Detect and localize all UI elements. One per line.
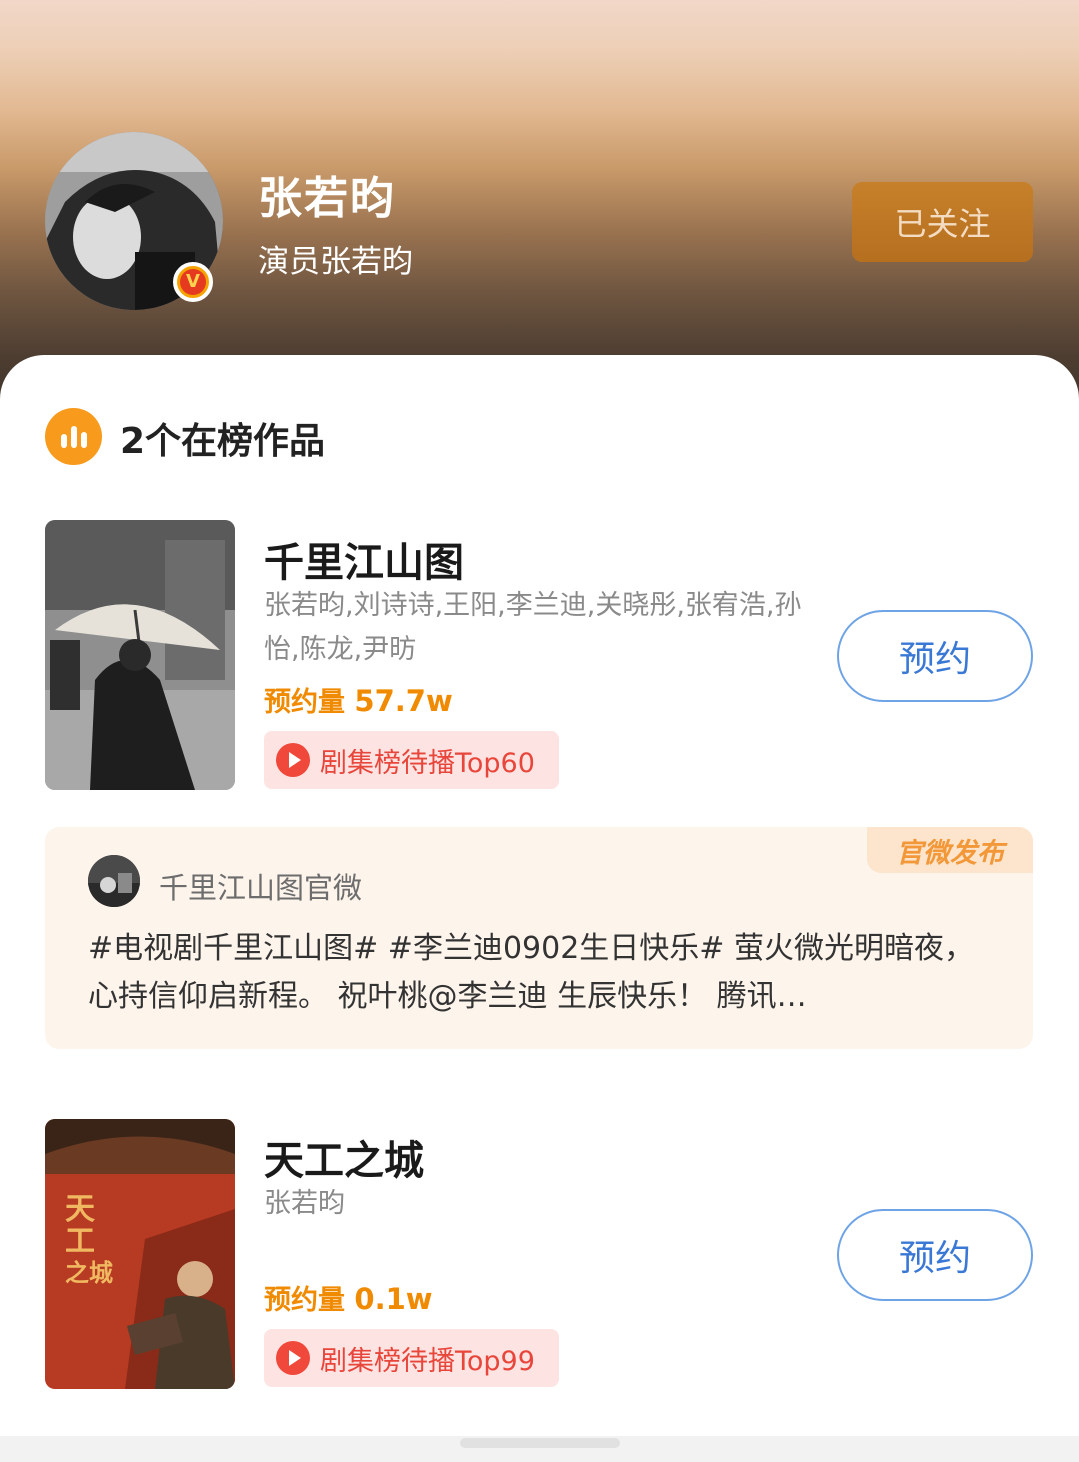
post-author[interactable]: 千里江山图官微 bbox=[159, 865, 362, 907]
post-avatar-image bbox=[88, 855, 140, 907]
rank-label: 剧集榜待播Top60 bbox=[320, 747, 535, 779]
svg-text:工: 工 bbox=[65, 1224, 95, 1259]
play-icon bbox=[276, 743, 310, 777]
profile-name: 张若昀 bbox=[258, 173, 396, 224]
verified-badge: V bbox=[173, 262, 213, 302]
follow-button[interactable]: 已关注 bbox=[852, 182, 1033, 262]
bar-chart-icon bbox=[45, 408, 102, 465]
svg-text:天: 天 bbox=[65, 1192, 95, 1227]
profile-subtitle: 演员张若昀 bbox=[258, 244, 413, 280]
verified-v-icon: V bbox=[180, 269, 206, 295]
poster-image: 天 工 之城 bbox=[45, 1119, 235, 1389]
svg-text:之城: 之城 bbox=[65, 1259, 113, 1287]
rank-tag[interactable]: 剧集榜待播Top99 bbox=[264, 1329, 559, 1387]
reserve-count: 预约量 57.7w bbox=[264, 680, 453, 719]
post-text[interactable]: #电视剧千里江山图# #李兰迪0902生日快乐# 萤火微光明暗夜，心持信仰启新程… bbox=[88, 925, 993, 1021]
reserve-value: 57.7w bbox=[354, 684, 453, 718]
poster-work-1[interactable] bbox=[45, 520, 235, 790]
reserve-label: 预约量 bbox=[264, 1285, 345, 1316]
rank-tag[interactable]: 剧集榜待播Top60 bbox=[264, 731, 559, 789]
work-title[interactable]: 天工之城 bbox=[264, 1128, 424, 1186]
work-cast: 张若昀 bbox=[264, 1188, 345, 1219]
poster-work-2[interactable]: 天 工 之城 bbox=[45, 1119, 235, 1389]
post-badge: 官微发布 bbox=[867, 827, 1033, 873]
rank-label: 剧集榜待播Top99 bbox=[320, 1345, 535, 1377]
official-post-card[interactable]: 官微发布 千里江山图官微 #电视剧千里江山图# #李兰迪0902生日快乐# 萤火… bbox=[45, 827, 1033, 1049]
reserve-count: 预约量 0.1w bbox=[264, 1278, 433, 1317]
post-author-avatar[interactable] bbox=[88, 855, 140, 907]
section-title: 2个在榜作品 bbox=[120, 421, 326, 462]
reserve-button[interactable]: 预约 bbox=[837, 1209, 1033, 1301]
play-icon bbox=[276, 1341, 310, 1375]
home-indicator bbox=[460, 1438, 620, 1448]
reserve-label: 预约量 bbox=[264, 687, 345, 718]
work-title[interactable]: 千里江山图 bbox=[264, 530, 464, 588]
poster-image bbox=[45, 520, 235, 790]
reserve-value: 0.1w bbox=[354, 1282, 433, 1316]
reserve-button[interactable]: 预约 bbox=[837, 610, 1033, 702]
work-cast: 张若昀,刘诗诗,王阳,李兰迪,关晓彤,张宥浩,孙怡,陈龙,尹昉 bbox=[264, 590, 802, 665]
